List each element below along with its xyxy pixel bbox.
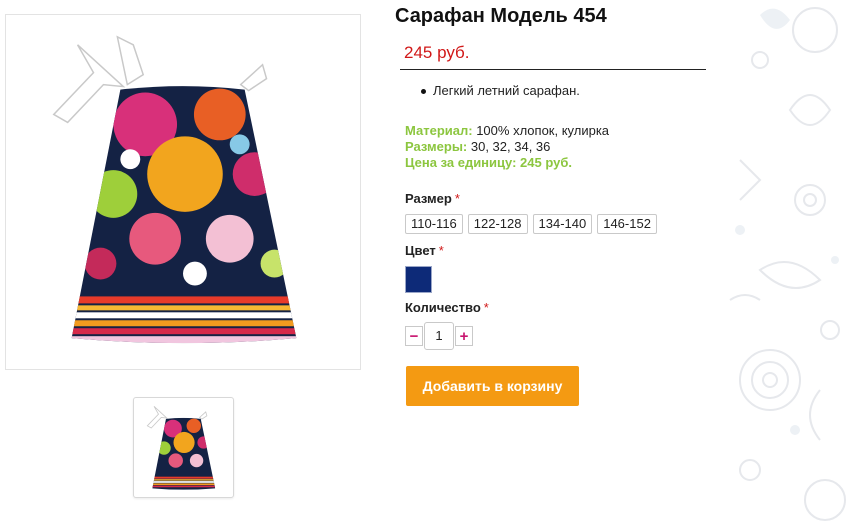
size-option-134-140[interactable]: 134-140 <box>532 214 593 234</box>
quantity-label-text: Количество <box>405 300 481 315</box>
unit-price-row: Цена за единицу: 245 руб. <box>405 155 609 171</box>
size-label-text: Размер <box>405 191 452 206</box>
required-mark: * <box>438 243 444 258</box>
product-main-image[interactable] <box>5 14 361 370</box>
material-label: Материал: <box>405 123 473 138</box>
quantity-decrease-button[interactable]: − <box>405 326 423 346</box>
unit-price-label: Цена за единицу: <box>405 155 517 170</box>
required-mark: * <box>483 300 489 315</box>
color-swatch-navy[interactable] <box>405 266 432 293</box>
product-thumbnail[interactable] <box>133 397 234 498</box>
quantity-increase-button[interactable]: + <box>455 326 473 346</box>
material-value: 100% хлопок, кулирка <box>476 123 610 138</box>
size-option-label: Размер * <box>405 191 460 206</box>
quantity-stepper: − 1 + <box>405 322 473 350</box>
product-specs: Материал: 100% хлопок, кулирка Размеры: … <box>405 123 609 171</box>
product-price: 245 руб. <box>404 43 470 62</box>
sizes-label: Размеры: <box>405 139 468 154</box>
sizes-row: Размеры: 30, 32, 34, 36 <box>405 139 609 155</box>
sizes-value: 30, 32, 34, 36 <box>470 139 551 154</box>
dress-image <box>52 35 297 344</box>
product-title: Сарафан Модель 454 <box>395 5 607 27</box>
size-selector: 110-116 122-128 134-140 146-152 <box>405 214 657 234</box>
description-item: Легкий летний сарафан. <box>405 83 580 99</box>
unit-price-value: 245 руб. <box>520 155 572 170</box>
quantity-input[interactable]: 1 <box>424 322 454 350</box>
divider <box>400 69 706 70</box>
quantity-option-label: Количество * <box>405 300 489 315</box>
size-option-122-128[interactable]: 122-128 <box>467 214 528 234</box>
size-option-110-116[interactable]: 110-116 <box>405 214 463 234</box>
dress-thumbnail-image <box>146 406 216 490</box>
material-row: Материал: 100% хлопок, кулирка <box>405 123 609 139</box>
required-mark: * <box>454 191 460 206</box>
description-list: Легкий летний сарафан. <box>405 83 580 99</box>
size-option-146-152[interactable]: 146-152 <box>597 214 657 234</box>
color-label-text: Цвет <box>405 243 436 258</box>
add-to-cart-button[interactable]: Добавить в корзину <box>406 366 579 406</box>
color-option-label: Цвет * <box>405 243 444 258</box>
decorative-pattern <box>729 7 846 521</box>
